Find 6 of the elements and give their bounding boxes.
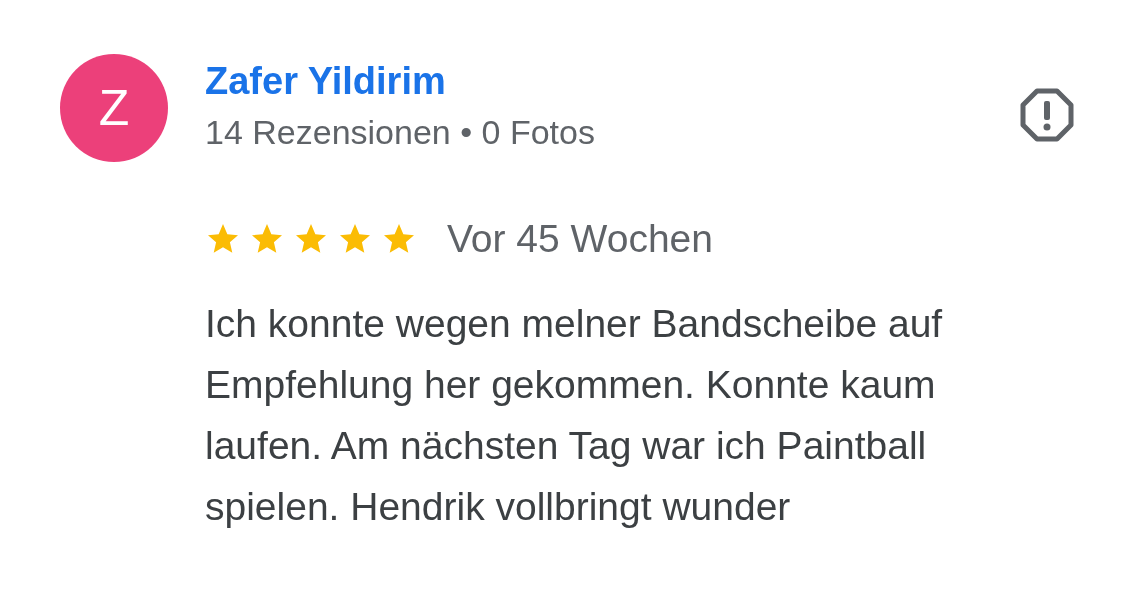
review-text: Ich konnte wegen melner Bandscheibe auf Empfehlung her gekommen. Konnte kaum laufen. Am nächsten Tag war ich Paintball spielen. Hendrik vollbringt wunder: [205, 301, 944, 530]
review-count: 14 Rezensionen • 0 Fotos: [205, 113, 596, 152]
avatar: Z: [60, 54, 168, 162]
author-name[interactable]: Zafer Yildirim: [205, 60, 983, 103]
review-time: Vor 45 Wochen: [447, 217, 713, 261]
report-icon[interactable]: [1020, 88, 1074, 142]
